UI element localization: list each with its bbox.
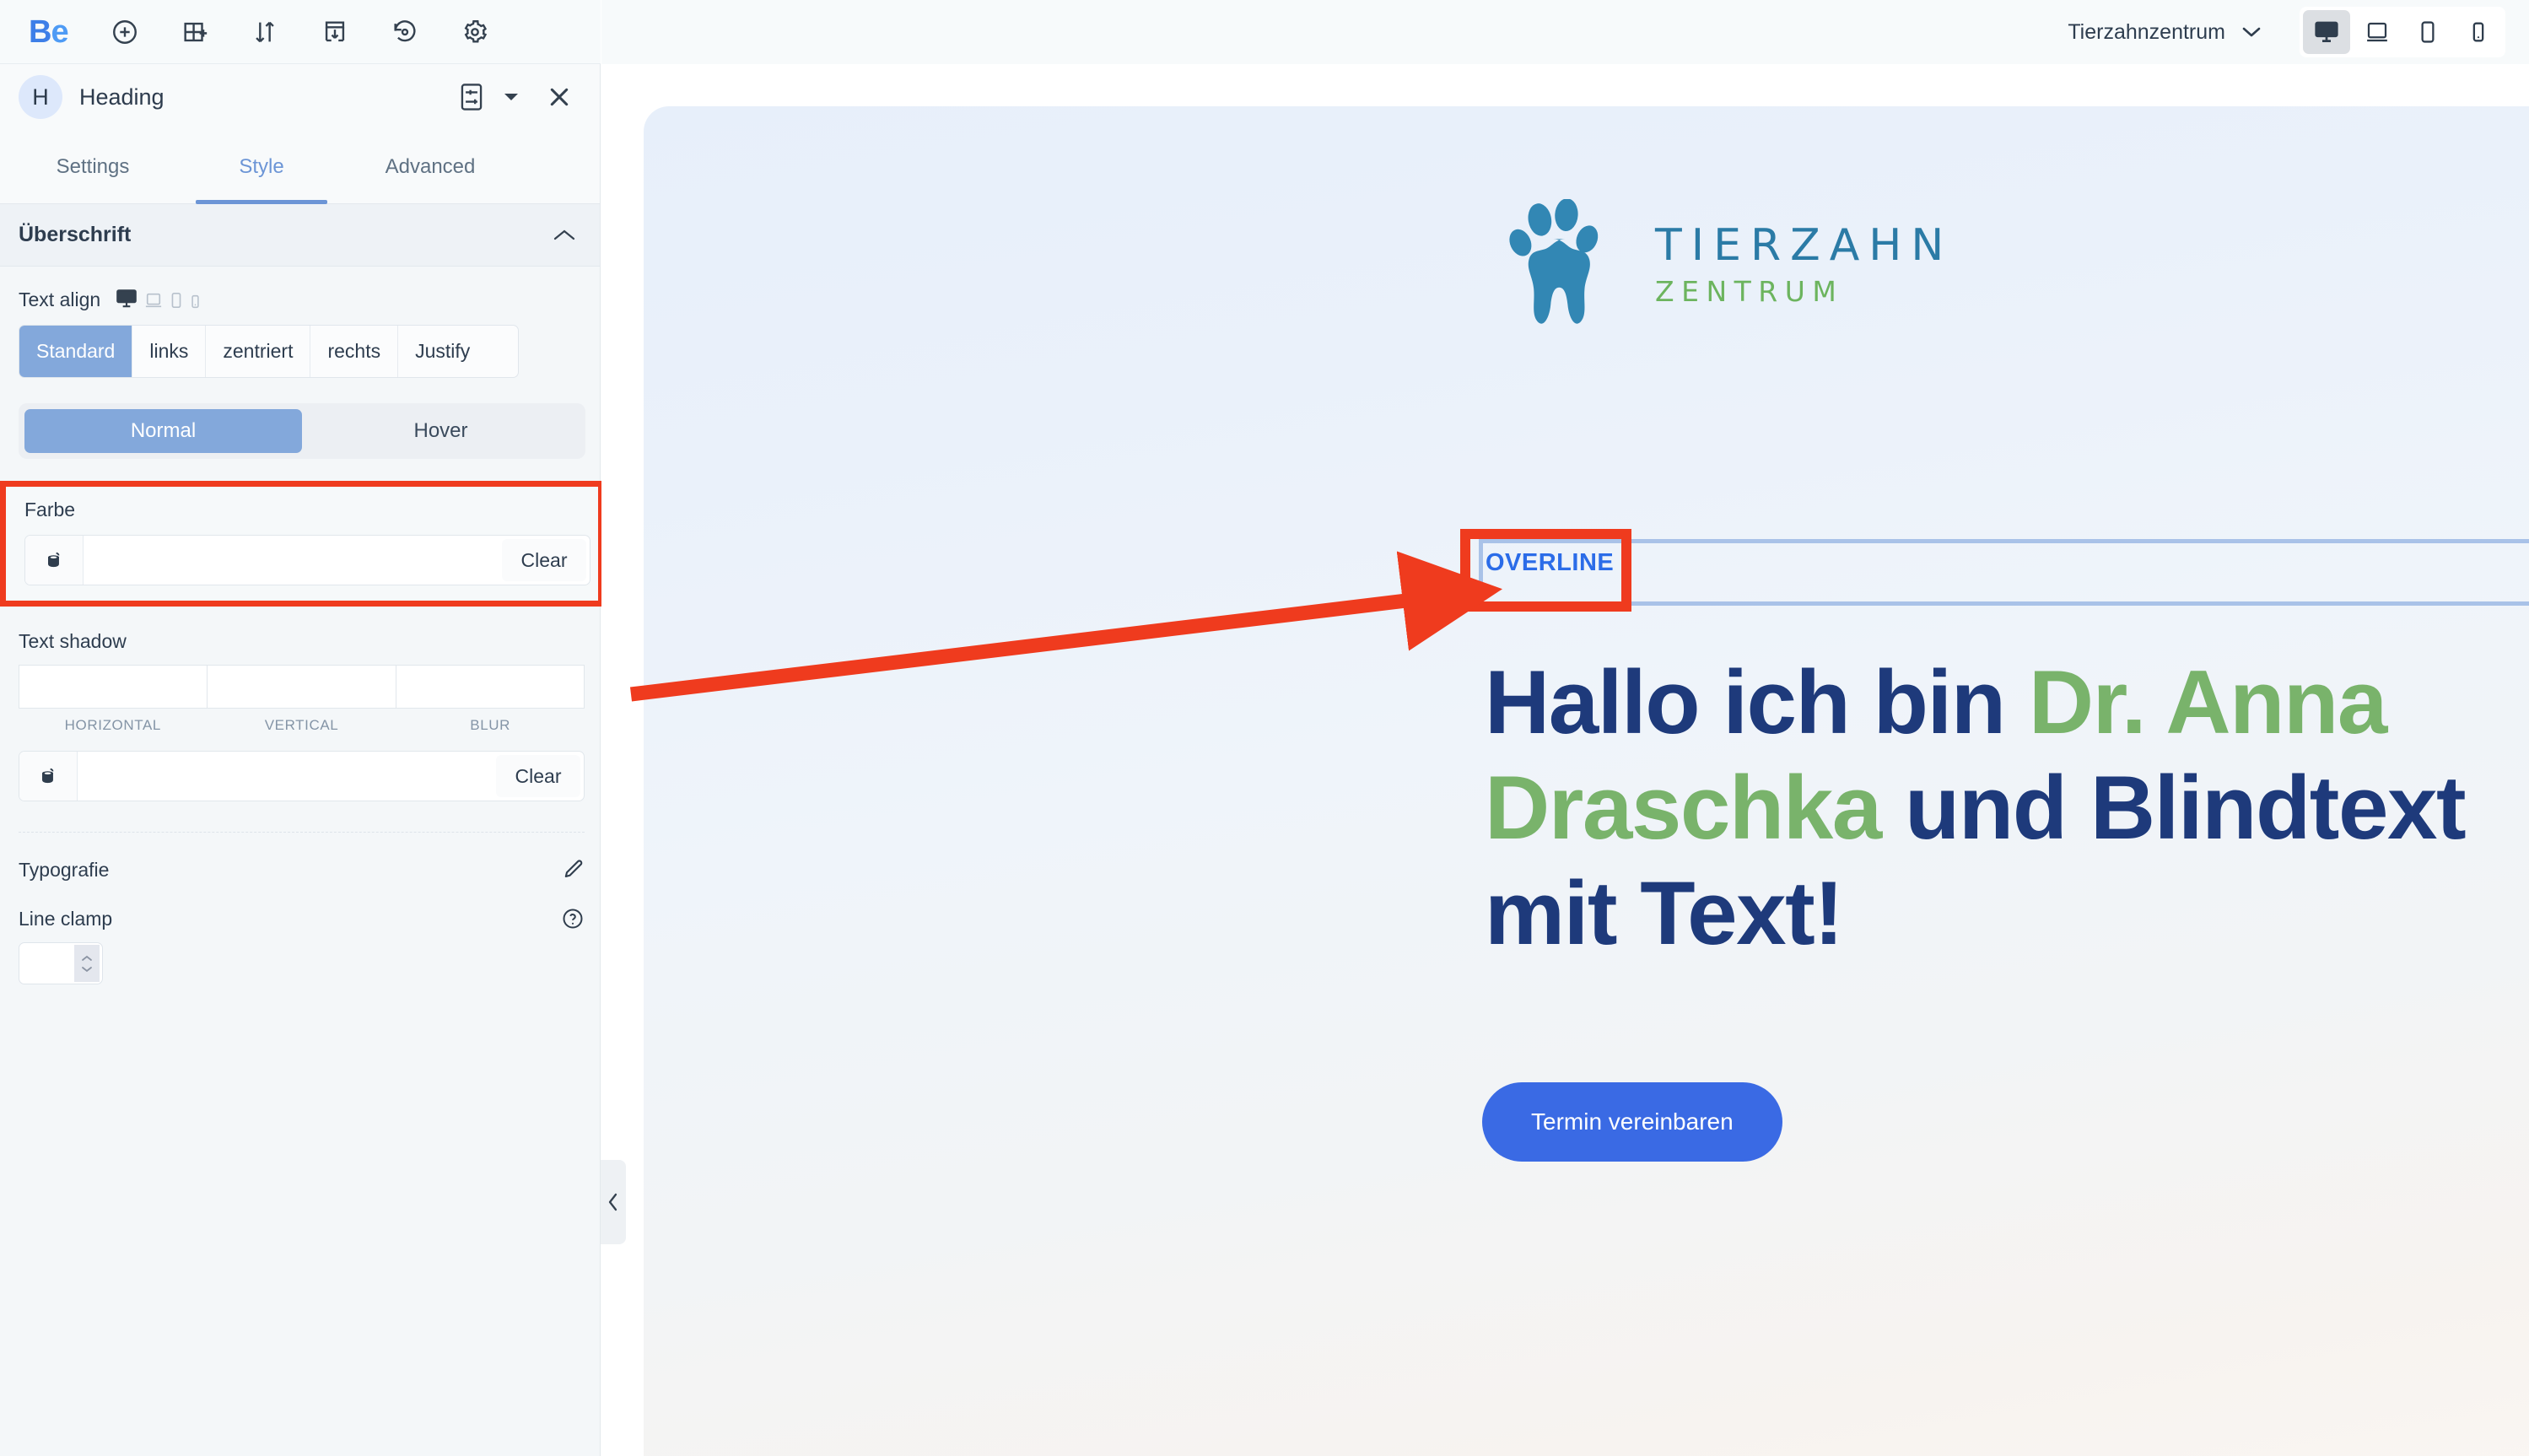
cta-button[interactable]: Termin vereinbaren <box>1482 1082 1782 1162</box>
import-page-icon[interactable] <box>321 18 349 46</box>
text-shadow-label: Text shadow <box>19 630 127 652</box>
text-shadow-horizontal-input[interactable] <box>19 665 208 709</box>
hero-heading[interactable]: Hallo ich bin Dr. Anna Draschka und Blin… <box>1485 650 2529 967</box>
text-shadow-color-field: Clear <box>19 751 585 801</box>
section-divider <box>19 832 585 833</box>
canvas-area: TIERZAHN ZENTRUM OVERLINE Hallo ich bin … <box>601 64 2529 1456</box>
line-clamp-stepper[interactable] <box>74 945 100 982</box>
text-align-row: Text align <box>19 289 581 311</box>
top-right-bar: Tierzahnzentrum <box>601 0 2529 64</box>
line-clamp-label: Line clamp <box>19 907 113 930</box>
tablet-icon[interactable] <box>2404 10 2451 54</box>
element-type-badge: H <box>19 75 62 119</box>
help-circle-icon[interactable] <box>561 907 585 930</box>
heading-part-1: Hallo ich bin <box>1485 651 2029 752</box>
typografie-label: Typografie <box>19 858 110 881</box>
text-align-option-standard[interactable]: Standard <box>19 326 133 377</box>
element-title: Heading <box>79 84 164 110</box>
add-section-icon[interactable] <box>181 18 209 46</box>
element-header-actions <box>455 80 576 114</box>
text-align-option-zentriert[interactable]: zentriert <box>206 326 311 377</box>
gear-icon[interactable] <box>461 18 489 46</box>
text-align-option-links[interactable]: links <box>132 326 207 377</box>
text-align-options: Standard links zentriert rechts Justify <box>19 325 519 378</box>
paw-tooth-icon <box>1509 199 1599 324</box>
farbe-color-field: Clear <box>24 535 590 585</box>
tab-settings[interactable]: Settings <box>8 130 177 204</box>
site-logo: TIERZAHN ZENTRUM <box>1504 199 1953 330</box>
panel-body: Text align Standard links zentriert rech… <box>0 289 600 459</box>
text-align-label: Text align <box>19 289 101 310</box>
chevron-up-icon[interactable] <box>553 228 576 243</box>
text-shadow-captions: HORIZONTAL VERTICAL BLUR <box>19 717 585 734</box>
panel-tabs: Settings Style Advanced <box>0 130 600 204</box>
line-clamp-input[interactable] <box>19 942 103 984</box>
text-shadow-section: Text shadow HORIZONTAL VERTICAL BLUR Cle… <box>0 630 600 984</box>
text-shadow-color-input[interactable] <box>78 752 493 801</box>
text-shadow-inputs <box>19 665 585 709</box>
site-selector[interactable]: Tierzahnzentrum <box>2068 20 2262 45</box>
farbe-clear-button[interactable]: Clear <box>502 539 586 581</box>
pencil-icon[interactable] <box>561 858 585 882</box>
logo-e: e <box>51 13 68 50</box>
logo-line-2: ZENTRUM <box>1655 275 1844 308</box>
overline-text[interactable]: OVERLINE <box>1486 549 1614 577</box>
farbe-label: Farbe <box>24 499 76 520</box>
text-shadow-blur-input[interactable] <box>395 665 585 709</box>
desktop-icon[interactable] <box>2303 10 2350 54</box>
state-toggle-normal[interactable]: Normal <box>24 409 302 453</box>
farbe-color-input[interactable] <box>84 536 499 585</box>
state-toggle-group: Normal Hover <box>19 403 585 459</box>
tab-advanced[interactable]: Advanced <box>346 130 515 204</box>
line-clamp-row: Line clamp <box>19 907 585 930</box>
left-settings-panel: Be H Heading Settings Style Advanced Übe… <box>0 0 604 1456</box>
mobile-icon[interactable] <box>190 294 201 309</box>
brand-toolbar: Be <box>0 0 601 64</box>
caption-vertical: VERTICAL <box>264 717 339 733</box>
mobile-icon[interactable] <box>2455 10 2502 54</box>
reorder-icon[interactable] <box>251 18 279 46</box>
logo-b: B <box>29 13 51 50</box>
section-header-ueberschrift[interactable]: Überschrift <box>0 204 600 267</box>
section-title: Überschrift <box>19 223 132 246</box>
text-align-option-rechts[interactable]: rechts <box>310 326 399 377</box>
text-shadow-vertical-input[interactable] <box>207 665 396 709</box>
chevron-down-icon[interactable] <box>502 88 520 106</box>
device-preview-switcher <box>2300 7 2505 57</box>
add-element-icon[interactable] <box>111 18 139 46</box>
laptop-icon[interactable] <box>144 292 163 309</box>
history-icon[interactable] <box>391 18 419 46</box>
chevron-down-icon[interactable] <box>2241 24 2262 40</box>
tab-style[interactable]: Style <box>177 130 346 204</box>
logo-line-1: TIERZAHN <box>1655 220 1954 271</box>
state-toggle-hover[interactable]: Hover <box>302 409 580 453</box>
farbe-highlight-box: Farbe Clear <box>0 481 604 607</box>
caption-blur: BLUR <box>470 717 511 733</box>
app-logo[interactable]: Be <box>29 13 69 50</box>
sliders-icon[interactable] <box>455 80 488 114</box>
typografie-row[interactable]: Typografie <box>19 858 585 882</box>
text-shadow-clear-button[interactable]: Clear <box>496 755 580 797</box>
site-name: Tierzahnzentrum <box>2068 19 2225 44</box>
paint-bucket-icon[interactable] <box>25 536 84 585</box>
logo-wordmark: TIERZAHN ZENTRUM <box>1655 224 1953 305</box>
app-root: Be H Heading Settings Style Advanced Übe… <box>0 0 2529 1456</box>
close-icon[interactable] <box>542 80 576 114</box>
text-align-option-justify[interactable]: Justify <box>398 326 488 377</box>
farbe-outer: Farbe Clear <box>0 481 604 607</box>
panel-collapse-handle[interactable] <box>601 1160 626 1244</box>
element-header: H Heading <box>0 64 600 130</box>
toolbar-icon-group <box>111 18 489 46</box>
paint-bucket-icon[interactable] <box>19 752 78 801</box>
laptop-icon[interactable] <box>2354 10 2401 54</box>
caption-horizontal: HORIZONTAL <box>64 717 161 733</box>
desktop-icon[interactable] <box>116 289 138 309</box>
responsive-device-switcher <box>116 289 201 309</box>
tablet-icon[interactable] <box>170 292 183 309</box>
